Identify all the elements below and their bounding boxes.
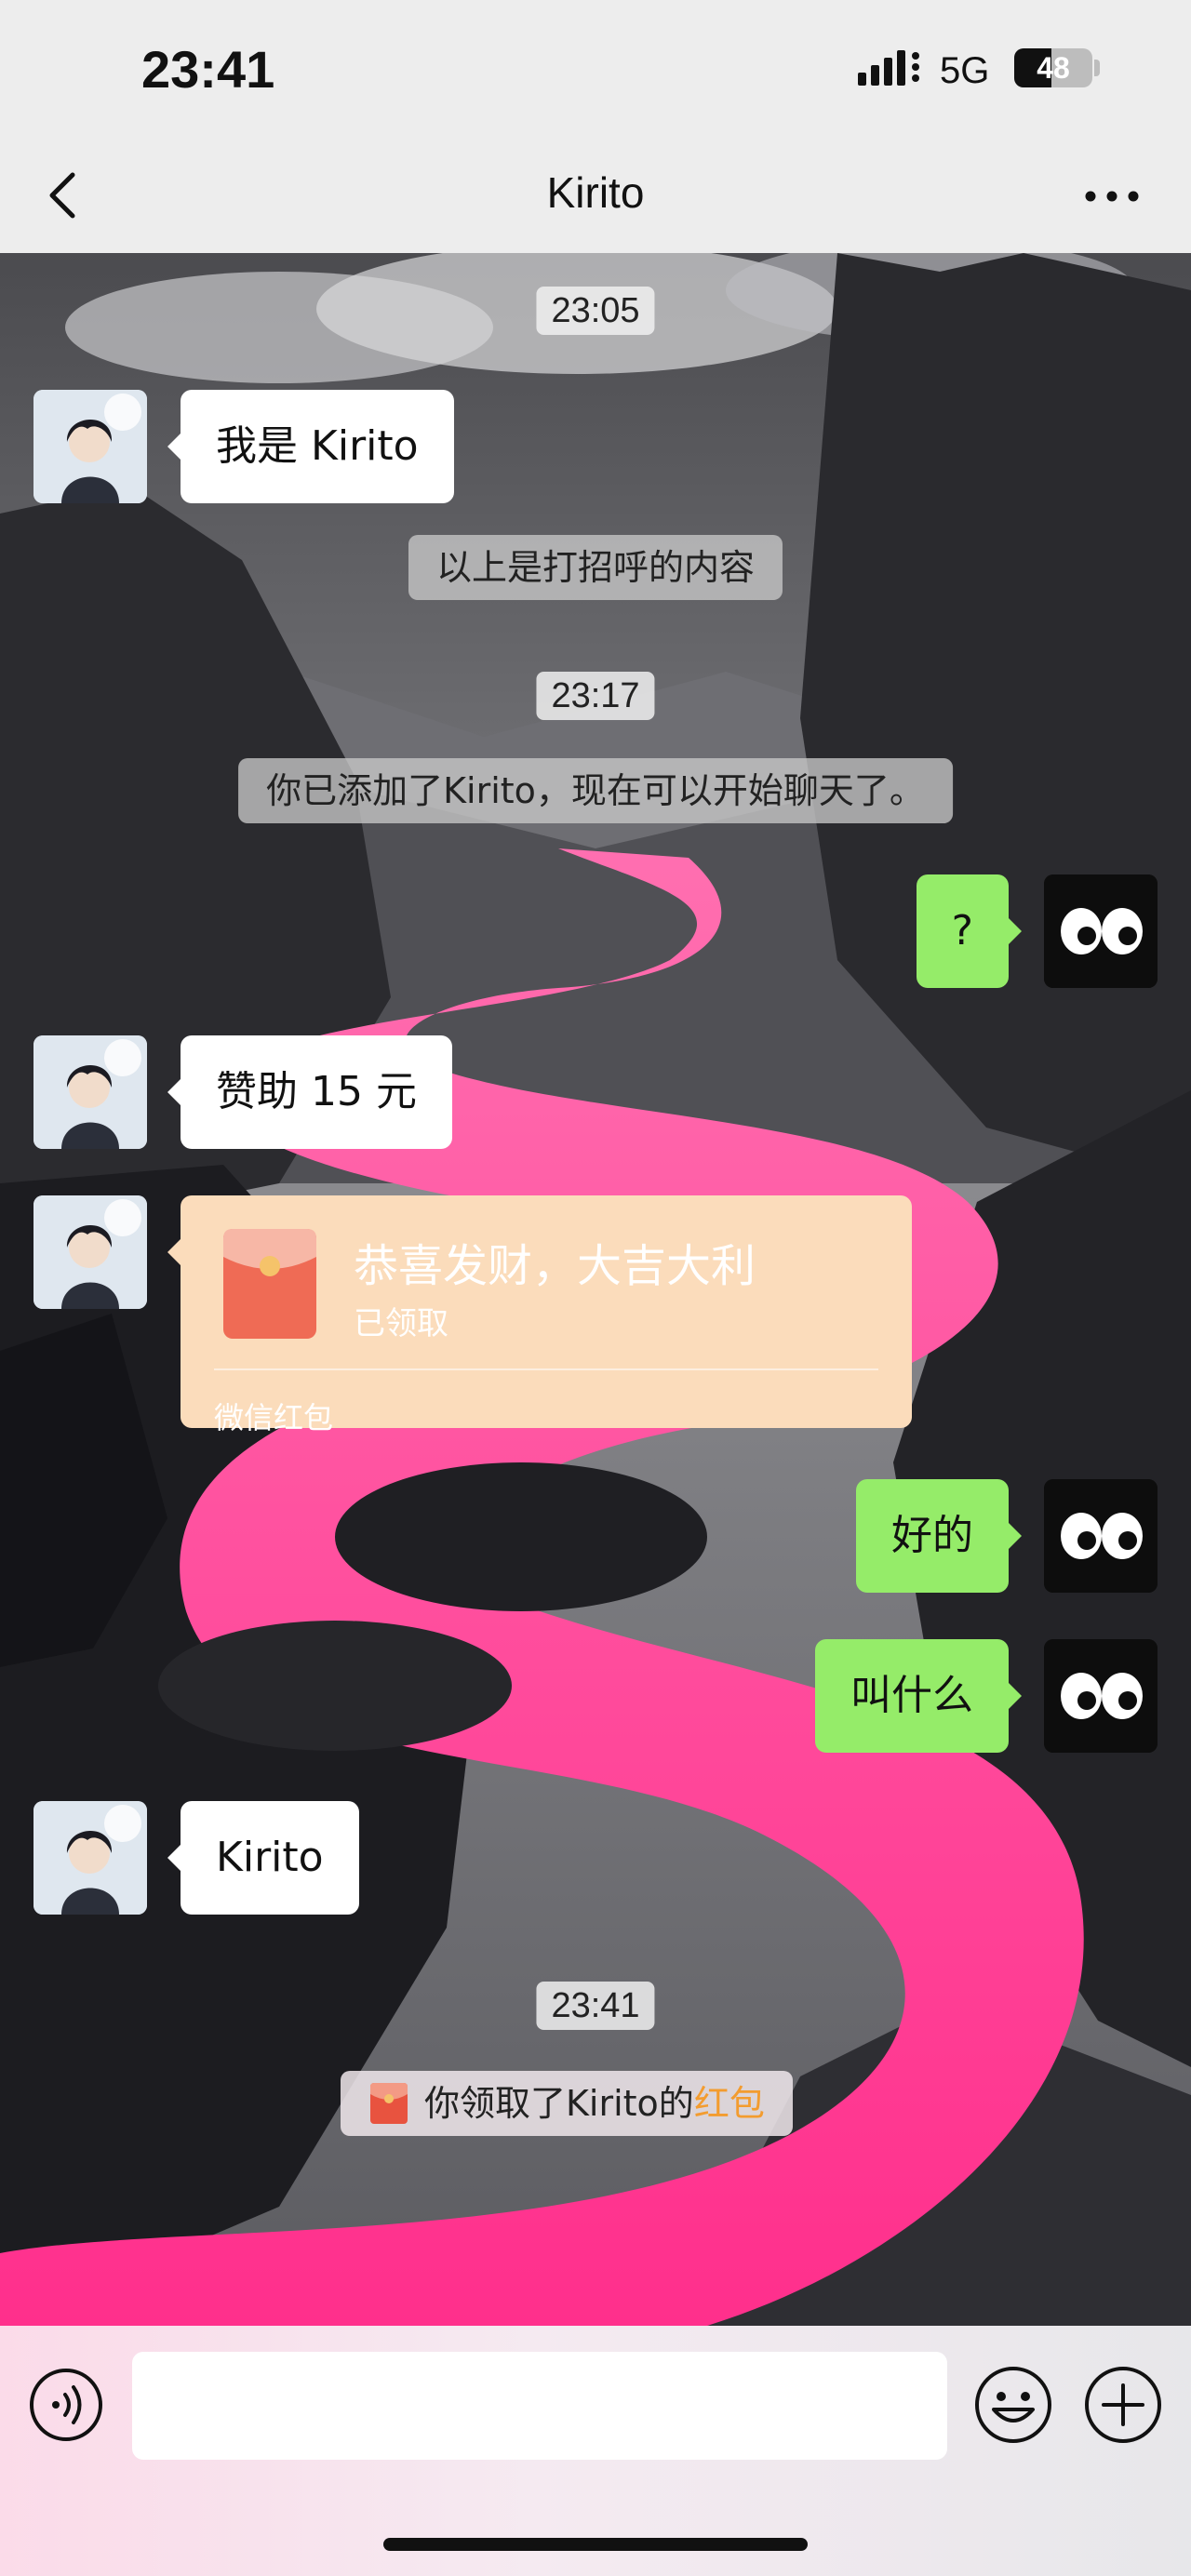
status-bar: 23:41 5G 48 — [0, 0, 1191, 140]
plus-button[interactable] — [1083, 2365, 1163, 2445]
timestamp: 23:17 — [536, 672, 655, 720]
home-indicator[interactable] — [383, 2538, 808, 2551]
message-incoming[interactable]: 赞助 15 元 — [167, 1035, 452, 1149]
chat-header: Kirito — [0, 140, 1191, 253]
avatar-image — [33, 1035, 147, 1149]
eyes-avatar-image — [1044, 1639, 1158, 1753]
message-incoming[interactable]: Kirito — [167, 1801, 359, 1915]
red-packet-status: 已领取 — [354, 1305, 448, 1342]
contact-avatar[interactable] — [33, 1195, 147, 1309]
red-packet-title: 恭喜发财，大吉大利 — [354, 1240, 756, 1292]
system-message: 你已添加了Kirito，现在可以开始聊天了。 — [238, 758, 953, 823]
contact-avatar[interactable] — [33, 1801, 147, 1915]
timestamp: 23:41 — [536, 1982, 655, 2030]
red-packet-message[interactable]: 恭喜发财，大吉大利 已领取 微信红包 — [167, 1195, 912, 1435]
red-packet-divider — [214, 1368, 878, 1370]
status-time: 23:41 — [141, 40, 275, 99]
red-packet-icon — [370, 2082, 408, 2124]
battery-level: 48 — [1037, 51, 1070, 85]
message-outgoing[interactable]: ? — [916, 874, 1023, 988]
timestamp: 23:05 — [536, 287, 655, 335]
system-message: 以上是打招呼的内容 — [408, 535, 783, 600]
emoji-button[interactable] — [973, 2365, 1053, 2445]
message-input[interactable] — [132, 2352, 947, 2460]
battery-icon: 48 — [1014, 48, 1092, 87]
battery-tip — [1094, 60, 1100, 76]
avatar-image — [33, 1801, 147, 1915]
message-outgoing[interactable]: 好的 — [856, 1479, 1022, 1593]
signal-icon — [858, 50, 919, 86]
message-incoming[interactable]: 我是 Kirito — [167, 390, 454, 503]
more-button[interactable] — [1079, 173, 1144, 220]
contact-avatar[interactable] — [33, 1035, 147, 1149]
my-avatar[interactable] — [1044, 1479, 1158, 1593]
chat-area[interactable]: 23:05 我是 Kirito 以上是打招呼的内容 23:17 你已添加了Kir… — [0, 253, 1191, 2326]
red-packet-link[interactable]: 红包 — [694, 2083, 765, 2124]
my-avatar[interactable] — [1044, 874, 1158, 988]
my-avatar[interactable] — [1044, 1639, 1158, 1753]
contact-avatar[interactable] — [33, 390, 147, 503]
red-packet-footer: 微信红包 — [214, 1400, 334, 1435]
chat-title: Kirito — [546, 168, 645, 217]
notice-text: 你领取了Kirito的 — [424, 2083, 694, 2124]
red-packet-notice: 你领取了Kirito的红包 — [341, 2071, 793, 2136]
avatar-image — [33, 390, 147, 503]
eyes-avatar-image — [1044, 874, 1158, 988]
network-type: 5G — [940, 50, 990, 91]
message-outgoing[interactable]: 叫什么 — [815, 1639, 1022, 1753]
voice-button[interactable] — [28, 2367, 104, 2443]
eyes-avatar-image — [1044, 1479, 1158, 1593]
avatar-image — [33, 1195, 147, 1309]
red-packet-icon — [223, 1229, 316, 1339]
